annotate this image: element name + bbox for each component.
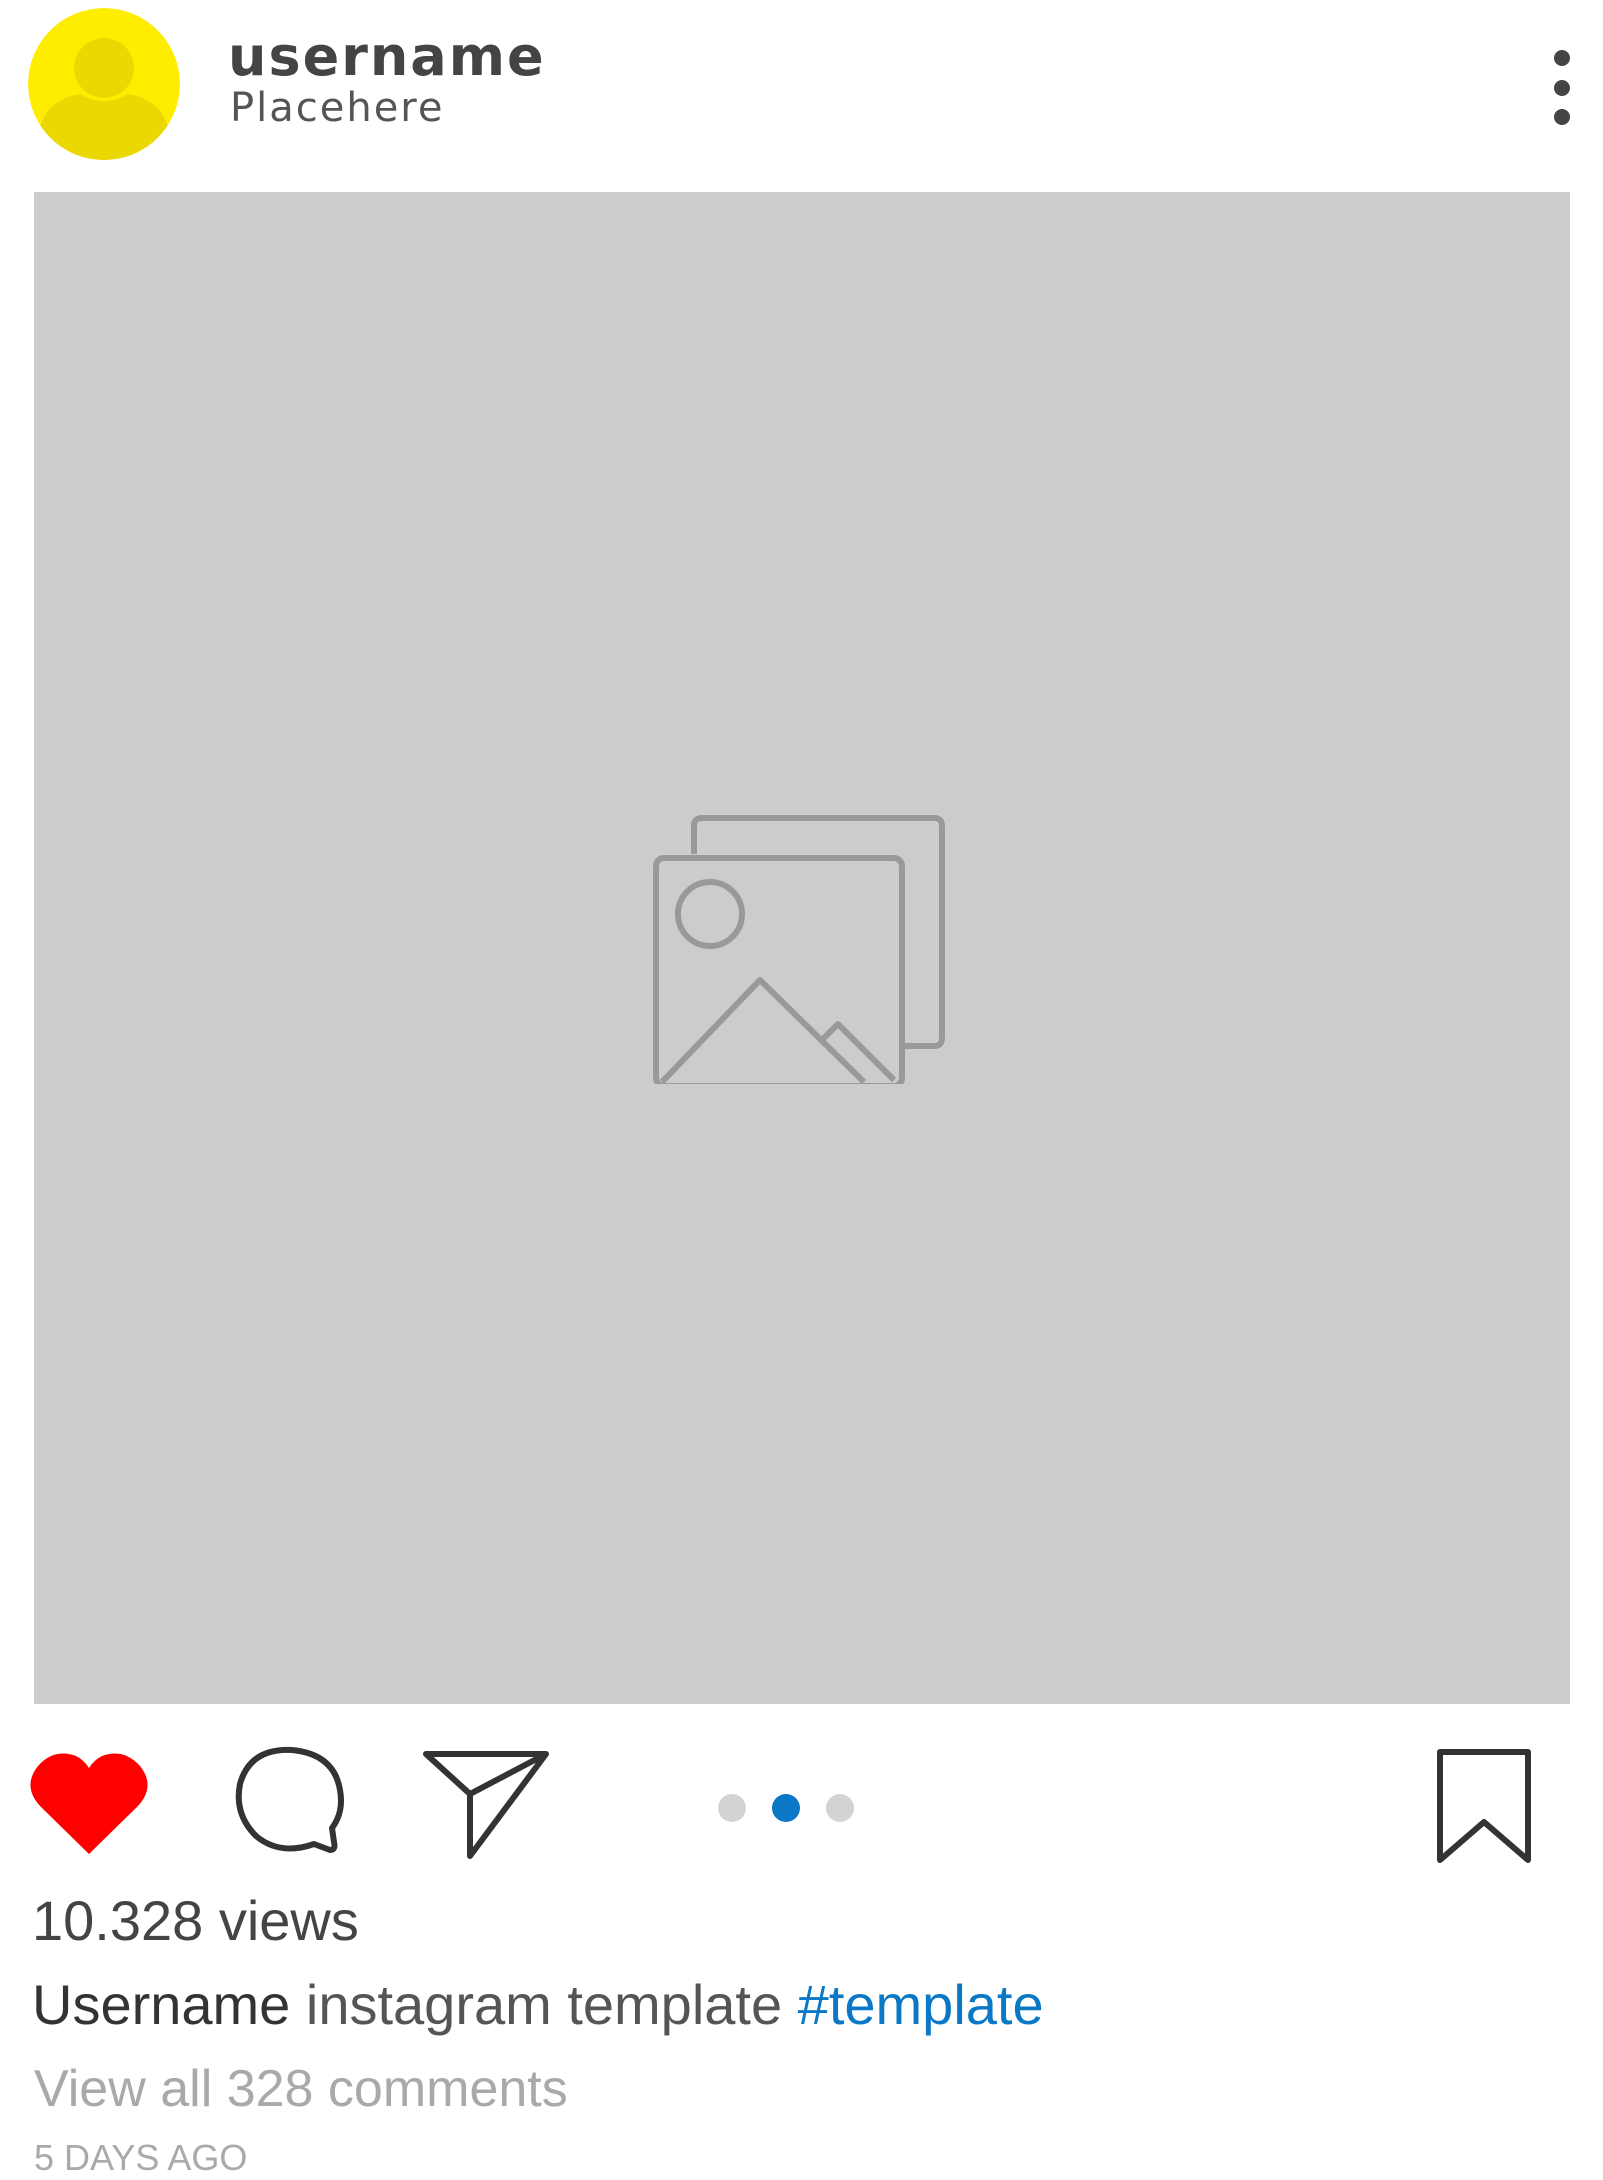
caption-text: instagram template xyxy=(305,1973,783,2036)
save-button[interactable] xyxy=(1432,1746,1536,1870)
post-header: username Placehere xyxy=(0,0,1603,190)
user-icon xyxy=(28,8,180,160)
carousel-dot-active[interactable] xyxy=(772,1794,800,1822)
heart-icon xyxy=(30,1753,148,1854)
more-options-button[interactable] xyxy=(1540,38,1584,138)
like-button[interactable] xyxy=(28,1750,150,1860)
post-media[interactable] xyxy=(34,192,1570,1704)
caption-hashtag[interactable]: #template xyxy=(798,1973,1044,2036)
bookmark-icon xyxy=(1437,1749,1531,1863)
post-caption: Username instagram template #template xyxy=(32,1970,1044,2040)
avatar[interactable] xyxy=(28,8,180,160)
carousel-dot[interactable] xyxy=(718,1794,746,1822)
carousel-dot[interactable] xyxy=(826,1794,854,1822)
share-button[interactable] xyxy=(422,1750,552,1864)
paper-plane-icon xyxy=(423,1751,549,1859)
more-vertical-icon xyxy=(1554,50,1570,125)
view-comments-link[interactable]: View all 328 comments xyxy=(34,2056,568,2122)
comment-button[interactable] xyxy=(232,1744,344,1862)
caption-username[interactable]: Username xyxy=(32,1973,290,2036)
carousel-indicator xyxy=(718,1794,858,1824)
post-timestamp: 5 DAYS AGO xyxy=(34,2137,248,2178)
post-username[interactable]: username xyxy=(228,24,546,90)
post-location[interactable]: Placehere xyxy=(230,82,444,134)
comment-icon xyxy=(235,1746,344,1853)
view-count: 10.328 views xyxy=(32,1889,359,1952)
image-gallery-icon xyxy=(653,815,945,1084)
